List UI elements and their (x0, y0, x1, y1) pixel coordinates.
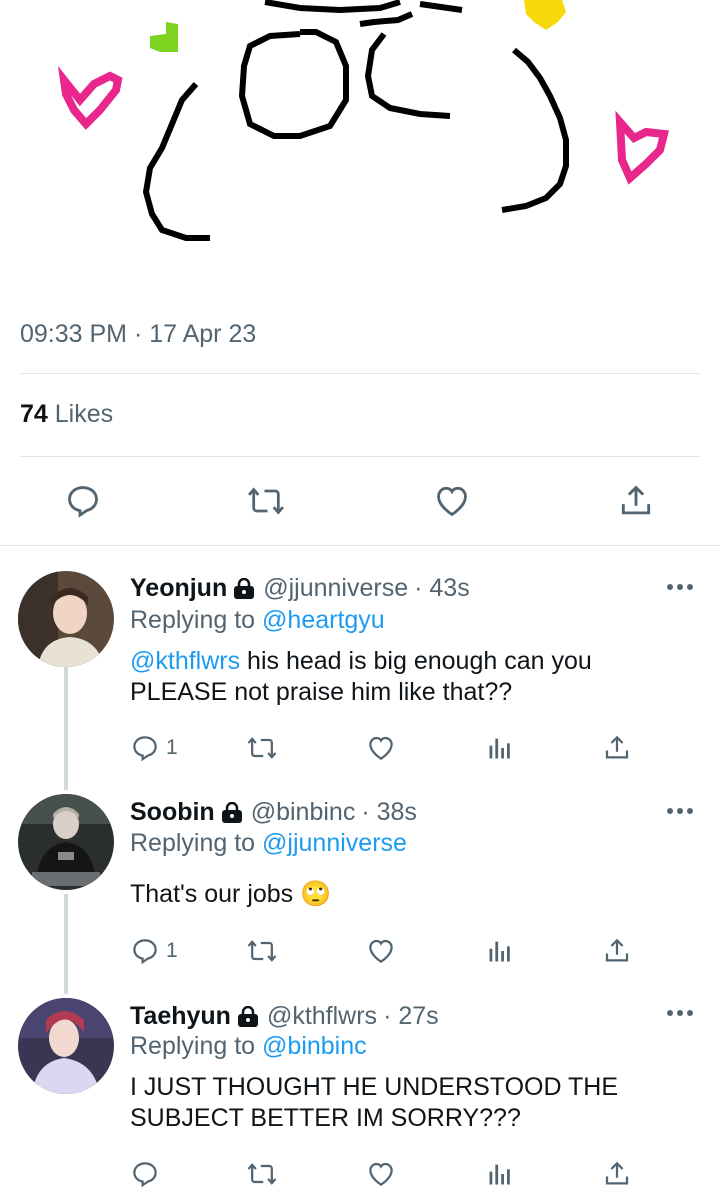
reply-header: Soobin @binbinc · 38s (130, 798, 417, 827)
reply-button[interactable]: 1 (130, 931, 178, 971)
reply-header: Yeonjun @jjunniverse · 43s (130, 574, 470, 603)
likes-count: 74 (20, 400, 48, 428)
reply-header: Taehyun @kthflwrs · 27s (130, 1002, 439, 1031)
share-icon (605, 735, 629, 759)
like-button[interactable] (366, 728, 396, 768)
more-options-button[interactable] (667, 808, 693, 816)
display-name[interactable]: Taehyun (130, 1002, 231, 1031)
share-button[interactable] (602, 931, 632, 971)
retweet-button[interactable] (246, 931, 278, 971)
reply-button[interactable] (130, 1154, 160, 1194)
analytics-icon (489, 738, 510, 759)
reply-action-bar: 1 (0, 931, 719, 971)
replying-to-link[interactable]: @jjunniverse (262, 829, 407, 857)
analytics-icon (489, 941, 510, 962)
avatar[interactable] (18, 998, 114, 1094)
more-options-button[interactable] (667, 1010, 693, 1018)
like-button[interactable] (366, 1154, 396, 1194)
username[interactable]: @binbinc (251, 798, 356, 827)
replying-to: Replying to @jjunniverse (130, 829, 407, 857)
reply-action-bar: 1 (0, 728, 719, 768)
replying-to: Replying to @heartgyu (130, 606, 385, 634)
retweet-button[interactable] (246, 1154, 278, 1194)
reply-count: 1 (166, 939, 178, 962)
retweet-icon (248, 487, 284, 515)
analytics-button[interactable] (486, 728, 514, 768)
reply-icon (133, 736, 157, 762)
reply-tweet[interactable]: Taehyun @kthflwrs · 27s Replying to @bin… (0, 994, 719, 1200)
share-icon (605, 938, 629, 962)
reply-icon (133, 1162, 157, 1188)
divider (20, 373, 700, 374)
retweet-icon (247, 1163, 277, 1185)
avatar[interactable] (18, 794, 114, 890)
reply-text: I JUST THOUGHT HE UNDERSTOOD THE SUBJECT… (130, 1073, 619, 1132)
analytics-button[interactable] (486, 1154, 514, 1194)
replying-to: Replying to @binbinc (130, 1032, 367, 1060)
like-button[interactable] (366, 931, 396, 971)
analytics-icon (489, 1164, 510, 1185)
reply-text: @kthflwrs his head is big enough can you… (130, 647, 592, 706)
heart-icon (369, 1162, 393, 1186)
display-name[interactable]: Yeonjun (130, 574, 227, 603)
share-button[interactable] (602, 728, 632, 768)
divider (20, 456, 700, 457)
mention-link[interactable]: @kthflwrs (130, 647, 240, 675)
username[interactable]: @kthflwrs (267, 1002, 377, 1031)
more-options-button[interactable] (667, 584, 693, 592)
analytics-button[interactable] (486, 931, 514, 971)
yellow-doodle (524, 0, 566, 30)
retweet-button[interactable] (246, 728, 278, 768)
relative-time: · 43s (414, 574, 470, 602)
display-name[interactable]: Soobin (130, 798, 215, 827)
reply-tweet[interactable]: Yeonjun @jjunniverse · 43s Replying to @… (0, 556, 719, 790)
relative-time: · 38s (361, 798, 417, 826)
heart-icon (369, 939, 393, 963)
reply-icon (133, 939, 157, 965)
reply-action-bar (0, 1154, 719, 1194)
share-icon (605, 1161, 629, 1185)
tweet-timestamp[interactable]: 09:33 PM · 17 Apr 23 (20, 320, 256, 349)
heart-icon (369, 736, 393, 760)
retweet-button[interactable] (246, 471, 286, 531)
reply-tweet[interactable]: Soobin @binbinc · 38s Replying to @jjunn… (0, 784, 719, 994)
share-button[interactable] (617, 471, 655, 531)
avatar[interactable] (18, 571, 114, 667)
replying-to-link[interactable]: @binbinc (262, 1032, 367, 1060)
reply-button[interactable]: 1 (130, 728, 178, 768)
tweet-action-bar (0, 471, 719, 531)
reply-count: 1 (166, 736, 178, 759)
lock-icon (237, 1005, 258, 1027)
like-button[interactable] (433, 471, 471, 531)
replying-to-link[interactable]: @heartgyu (262, 606, 385, 634)
lock-icon (234, 577, 255, 599)
reply-button[interactable] (64, 471, 102, 531)
retweet-icon (247, 940, 277, 962)
share-button[interactable] (602, 1154, 632, 1194)
divider (0, 545, 719, 546)
tweet-drawing-image (57, 0, 669, 241)
relative-time: · 27s (383, 1002, 439, 1030)
reply-icon (68, 486, 98, 518)
likes-summary[interactable]: 74 Likes (20, 400, 113, 429)
retweet-icon (247, 737, 277, 759)
reply-text: That's our jobs 🙄 (130, 880, 332, 908)
lock-icon (221, 801, 242, 823)
likes-label: Likes (54, 400, 114, 428)
share-icon (621, 485, 651, 515)
heart-icon (437, 486, 467, 517)
username[interactable]: @jjunniverse (263, 574, 408, 603)
green-doodle (150, 22, 178, 52)
